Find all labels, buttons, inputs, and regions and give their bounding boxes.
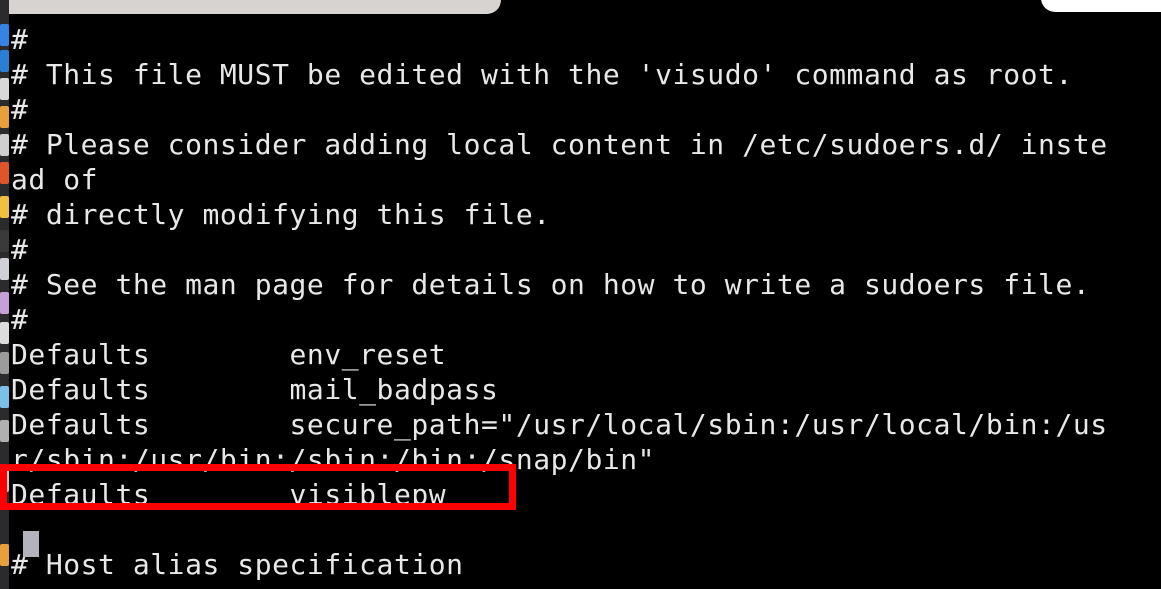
left-dock[interactable] — [0, 0, 9, 589]
dock-icon-help[interactable] — [0, 106, 9, 128]
dock-icon-store[interactable] — [0, 386, 9, 408]
dock-icon-mail[interactable] — [0, 196, 9, 218]
terminal-line: # Host alias specification — [11, 548, 464, 581]
terminal-line: # directly modifying this file. — [11, 198, 551, 231]
dock-icon-text[interactable] — [0, 134, 9, 156]
terminal-line: Defaults mail_badpass — [11, 373, 499, 406]
terminal-text: # # This file MUST be edited with the 'vi… — [11, 22, 1108, 582]
terminal-line: Defaults env_reset — [11, 338, 447, 371]
terminal-line: # — [11, 93, 29, 126]
active-window-tab[interactable] — [9, 0, 501, 14]
dock-icon-trash[interactable] — [0, 420, 9, 442]
dock-icon-media[interactable] — [0, 162, 9, 184]
dock-icon-code[interactable] — [0, 258, 9, 280]
background-window-edge[interactable] — [1041, 0, 1161, 12]
terminal-line: Defaults visiblepw — [11, 478, 447, 511]
terminal-line: # Please consider adding local content i… — [11, 128, 1108, 161]
dock-icon-settings[interactable] — [0, 352, 9, 374]
dock-icon-photos[interactable] — [0, 292, 9, 314]
dock-icon-browser[interactable] — [0, 50, 9, 72]
dock-icon-extra[interactable] — [0, 544, 9, 566]
terminal-line: r/sbin:/usr/bin:/sbin:/bin:/snap/bin" — [11, 443, 656, 476]
terminal-line: # — [11, 233, 29, 266]
dock-icon-notes[interactable] — [0, 322, 9, 344]
dock-icon-grid[interactable] — [0, 470, 9, 492]
terminal-line: # See the man page for details on how to… — [11, 268, 1091, 301]
terminal-line: ad of — [11, 163, 99, 196]
screen: # # This file MUST be edited with the 'vi… — [0, 0, 1161, 589]
terminal-line: # — [11, 303, 29, 336]
dock-icon-software[interactable] — [0, 78, 9, 100]
terminal-body[interactable]: # # This file MUST be edited with the 'vi… — [9, 22, 1161, 589]
dock-icon-files[interactable] — [0, 24, 9, 46]
terminal-cursor — [23, 531, 39, 557]
terminal-line: # — [11, 23, 29, 56]
window-titlebar[interactable] — [9, 0, 1161, 22]
terminal-line: # This file MUST be edited with the 'vis… — [11, 58, 1073, 91]
terminal-line: Defaults secure_path="/usr/local/sbin:/u… — [11, 408, 1108, 441]
dock-icon-terminal[interactable] — [0, 230, 9, 252]
